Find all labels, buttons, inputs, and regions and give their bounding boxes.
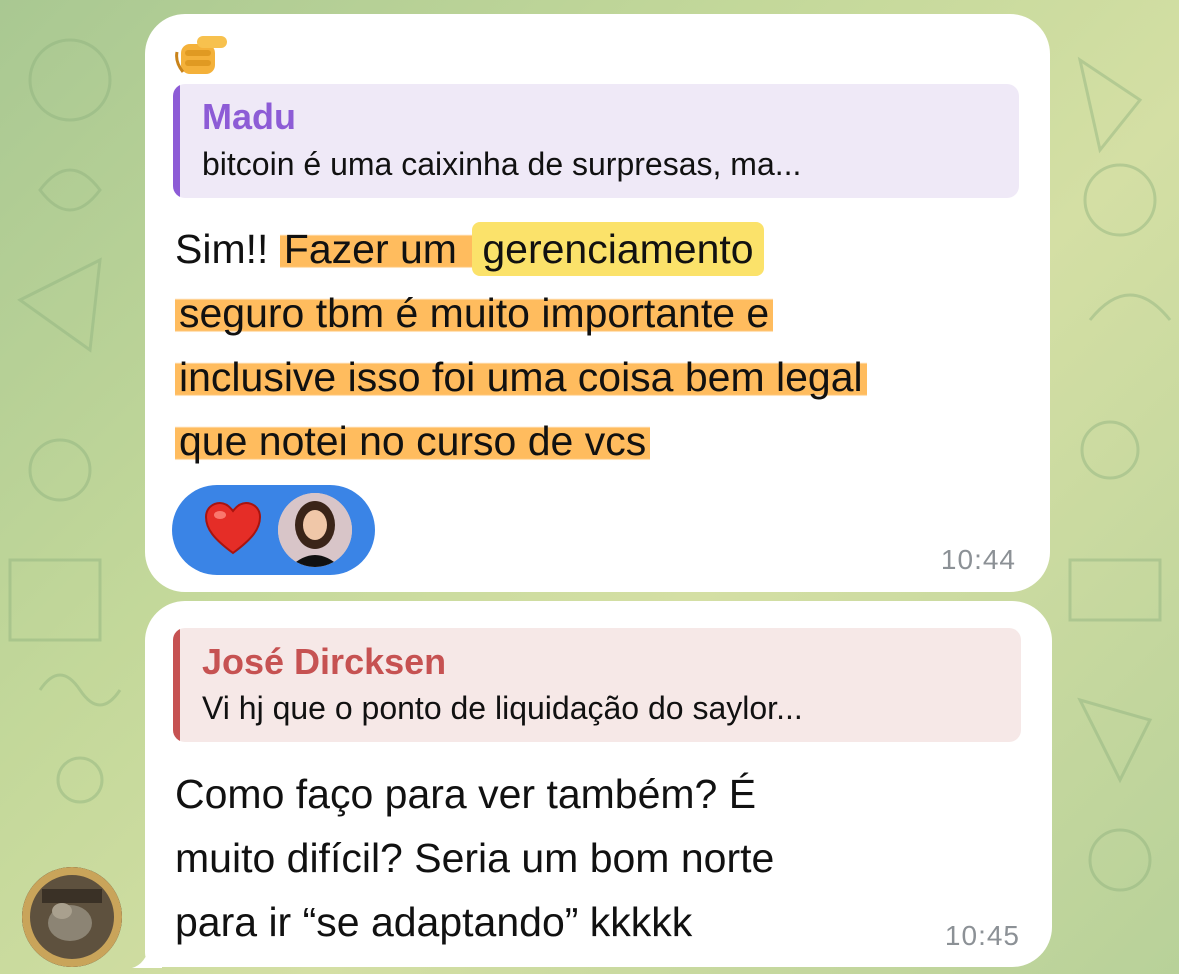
message-line: que notei no curso de vcs (175, 409, 867, 473)
message-line: muito difícil? Seria um bom norte (175, 835, 775, 881)
message-bubble[interactable]: Madu bitcoin é uma caixinha de surpresas… (145, 14, 1050, 592)
reply-snippet: Vi hj que o ponto de liquidação do saylo… (202, 690, 803, 726)
highlighted-text: seguro tbm é muito importante e (175, 290, 774, 336)
message-time: 10:45 (944, 920, 1020, 951)
pointing-hand-icon (175, 36, 227, 74)
heart-icon (204, 501, 262, 555)
reply-author: José Dircksen (202, 641, 447, 682)
reply-snippet: bitcoin é uma caixinha de surpresas, ma.… (202, 146, 802, 182)
bubble-tail (132, 944, 162, 968)
reply-quote[interactable]: José Dircksen Vi hj que o ponto de liqui… (173, 628, 1021, 742)
sender-avatar[interactable] (22, 867, 122, 967)
message-time: 10:44 (940, 544, 1016, 575)
reaction-chip[interactable] (172, 485, 375, 575)
highlighted-text: gerenciamento (472, 222, 764, 276)
message-bubble[interactable]: José Dircksen Vi hj que o ponto de liqui… (145, 601, 1052, 967)
person-icon (278, 493, 352, 567)
message-line: Como faço para ver também? É (175, 771, 757, 817)
highlighted-text: inclusive isso foi uma coisa bem legal (175, 354, 867, 400)
reply-quote[interactable]: Madu bitcoin é uma caixinha de surpresas… (173, 84, 1019, 198)
highlighted-text: que notei no curso de vcs (175, 418, 651, 464)
avatar-photo-icon (22, 867, 122, 967)
message-text: Como faço para ver também? É muito difíc… (175, 762, 774, 954)
reply-accent-bar (173, 84, 180, 198)
reply-accent-bar (173, 628, 180, 742)
message-line: para ir “se adaptando” kkkkk (175, 899, 693, 945)
message-text: Sim!! Fazer um gerenciamento seguro tbm … (175, 217, 867, 473)
highlighted-text: Fazer um (279, 226, 473, 272)
text-segment: Sim!! (175, 226, 280, 272)
avatar[interactable] (278, 493, 352, 567)
reply-author: Madu (202, 96, 296, 137)
message-line: Sim!! Fazer um gerenciamento (175, 217, 867, 281)
message-line: inclusive isso foi uma coisa bem legal (175, 345, 867, 409)
message-line: seguro tbm é muito importante e (175, 281, 867, 345)
